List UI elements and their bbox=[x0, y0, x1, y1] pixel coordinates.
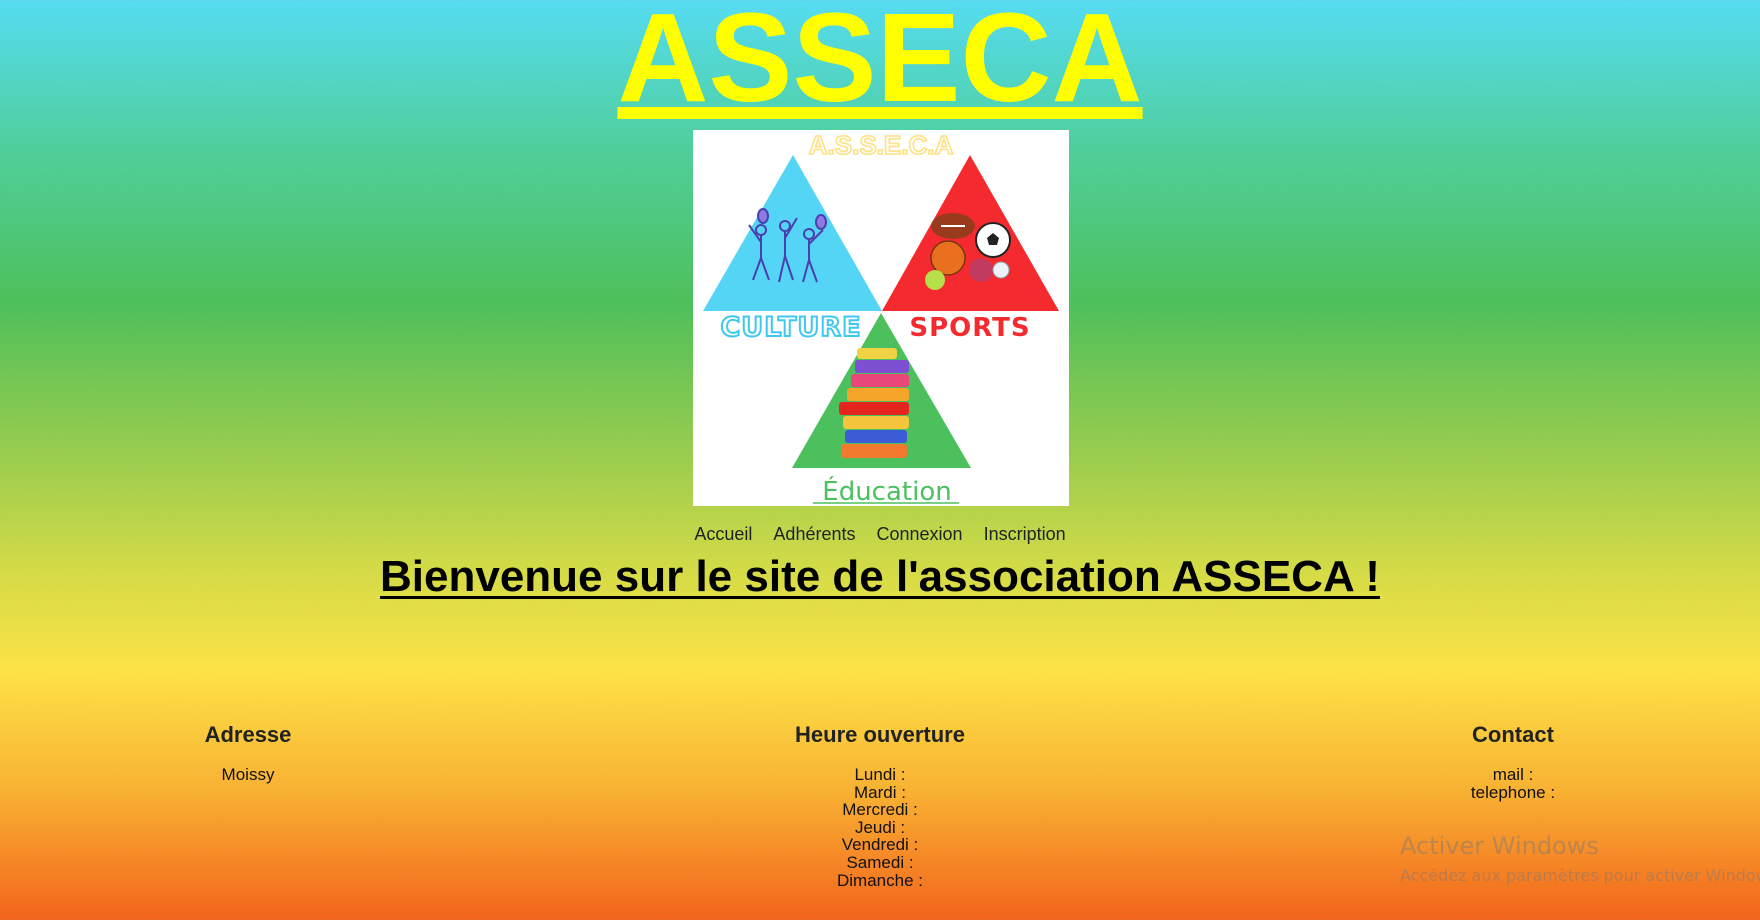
address-heading: Adresse bbox=[204, 722, 292, 747]
main-nav: Accueil Adhérents Connexion Inscription bbox=[0, 524, 1760, 545]
hours-sunday: Dimanche : bbox=[837, 870, 923, 890]
nav-inscription[interactable]: Inscription bbox=[984, 524, 1066, 544]
welcome-heading: Bienvenue sur le site de l'association A… bbox=[380, 552, 1380, 601]
logo-sports-label: SPORTS bbox=[909, 313, 1030, 343]
address-line: Moissy bbox=[221, 765, 275, 784]
watermark-subtitle: Accédez aux paramètres pour activer Wind… bbox=[1400, 866, 1760, 885]
windows-activation-watermark: Activer Windows Accédez aux paramètres p… bbox=[1400, 832, 1760, 885]
address-section: Adresse Moissy bbox=[148, 722, 348, 784]
hours-thursday: Jeudi : bbox=[854, 817, 906, 837]
hours-tuesday: Mardi : bbox=[854, 782, 906, 802]
nav-accueil[interactable]: Accueil bbox=[694, 524, 752, 544]
contact-telephone: telephone : bbox=[1470, 782, 1556, 802]
hours-monday: Lundi : bbox=[854, 765, 906, 784]
logo-top-text: A.S.S.E.C.A bbox=[809, 130, 954, 160]
hours-friday: Vendredi : bbox=[841, 835, 919, 855]
hours-wednesday: Mercredi : bbox=[842, 800, 918, 820]
opening-hours-section: Heure ouverture Lundi : Mardi : Mercredi… bbox=[730, 722, 1030, 889]
contact-section: Contact mail : telephone : bbox=[1413, 722, 1613, 801]
hours-saturday: Samedi : bbox=[846, 852, 914, 872]
nav-connexion[interactable]: Connexion bbox=[877, 524, 963, 544]
hours-heading: Heure ouverture bbox=[795, 722, 965, 747]
contact-heading: Contact bbox=[1472, 722, 1554, 747]
logo-culture-label: CULTURE bbox=[720, 312, 861, 343]
asseca-logo: A.S.S.E.C.A CULTURE SPORTS Éducation bbox=[693, 130, 1069, 506]
logo-education-label: Éducation bbox=[822, 475, 951, 506]
watermark-title: Activer Windows bbox=[1400, 832, 1599, 860]
site-title: ASSECA bbox=[617, 0, 1143, 128]
culture-triangle bbox=[703, 155, 882, 311]
contact-mail: mail : bbox=[1492, 765, 1534, 784]
nav-adherents[interactable]: Adhérents bbox=[773, 524, 855, 544]
books-illustration bbox=[839, 348, 909, 458]
